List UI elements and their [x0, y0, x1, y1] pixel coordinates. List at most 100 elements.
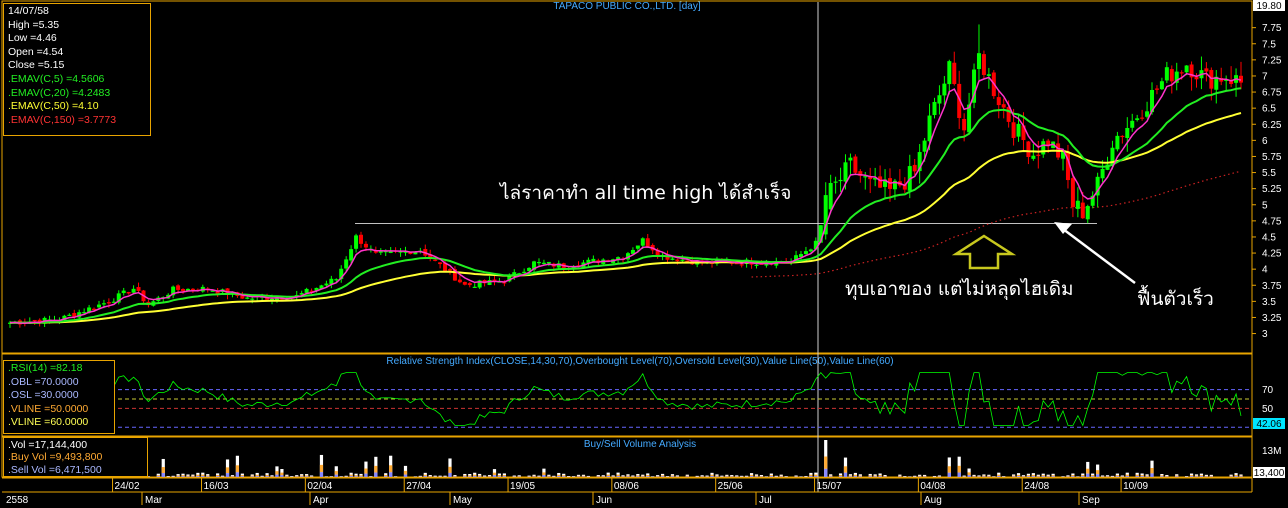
buy-volume-bar [517, 476, 521, 477]
date-tick-label: 08/06 [614, 481, 639, 492]
candle-body [1135, 118, 1140, 121]
volume-axis: 13M [1262, 446, 1281, 457]
sell-volume-bar [868, 476, 872, 477]
buy-volume-bar [191, 475, 195, 477]
date-tick-label: 02/04 [307, 481, 332, 492]
sell-volume-bar [1115, 476, 1120, 477]
info-vol: .Vol =17,144,400 [8, 439, 88, 451]
buy-volume-bar [1135, 474, 1139, 477]
price-axis: 3 3.25 3.5 3.75 4 4.25 4.5 4.75 5 5.25 5.5 5.75 6 6.2… [1252, 23, 1282, 340]
sell-volume-bar [557, 476, 561, 477]
sell-volume-bar [216, 476, 220, 477]
sell-volume-bar [754, 476, 759, 477]
sell-volume-bar [250, 476, 254, 477]
sell-volume-bar [626, 476, 630, 477]
candle-body [472, 286, 477, 288]
sell-volume-bar [1041, 476, 1045, 477]
candle-body [1011, 122, 1016, 138]
price-tick-label: 3.25 [1262, 313, 1282, 324]
date-tick-label: 15/07 [817, 481, 842, 492]
candle-body [1075, 200, 1080, 209]
candle-body [635, 245, 640, 249]
buy-volume-bar [255, 474, 259, 477]
price-tick-label: 7.75 [1262, 23, 1282, 34]
candle-body [808, 249, 813, 252]
sell-volume-bar [685, 476, 689, 477]
buy-volume-bar [235, 465, 240, 473]
buy-volume-bar [581, 475, 586, 477]
buy-volume-bar [715, 475, 719, 477]
sell-volume-bar [1229, 476, 1233, 477]
price-tick-label: 4.75 [1262, 216, 1282, 227]
date-tick-label: 16/03 [204, 481, 229, 492]
buy-volume-bar [557, 474, 561, 477]
buy-volume-bar [201, 474, 205, 477]
candle-body [438, 262, 443, 265]
date-tick-label: 25/06 [718, 481, 743, 492]
sell-volume-bar [562, 476, 566, 477]
candle-body [1154, 88, 1159, 90]
sell-volume-bar [497, 476, 502, 477]
candle-body [546, 261, 551, 264]
candle-body [363, 243, 368, 248]
buy-volume-bar [285, 475, 289, 477]
candle-body [1159, 81, 1164, 90]
candle-body [522, 271, 527, 273]
candle-body [912, 164, 917, 172]
buy-volume-bar [779, 475, 783, 477]
candle-body [1100, 168, 1105, 179]
price-tick-label: 6.5 [1262, 104, 1276, 115]
buy-volume-bar [384, 474, 388, 477]
buy-volume-bar [547, 475, 551, 477]
buy-volume-bar [497, 475, 502, 477]
sell-volume-bar [873, 476, 877, 477]
sell-volume-bar [809, 476, 813, 477]
date-tick-label: 24/02 [115, 481, 140, 492]
sell-volume-bar [982, 476, 986, 477]
candle-body [32, 319, 37, 322]
buy-volume-bar [542, 472, 546, 476]
buy-volume-bar [848, 475, 853, 477]
buy-volume-bar [483, 476, 487, 477]
sell-volume-bar [473, 476, 477, 477]
candle-body [833, 181, 838, 183]
candle-body [101, 303, 106, 305]
buy-volume-bar [1091, 475, 1095, 477]
candle-body [675, 259, 680, 262]
sell-volume-bar [285, 476, 289, 477]
volume-title: Buy/Sell Volume Analysis [584, 439, 696, 450]
candle-body [176, 285, 181, 290]
candle-body [1041, 141, 1046, 155]
rsi-badge: 42.06 [1256, 419, 1281, 430]
candle-body [680, 259, 685, 261]
info-vline60: .VLINE =60.0000 [8, 416, 89, 429]
sell-volume-bar [1016, 476, 1021, 477]
sell-volume-bar [636, 476, 640, 477]
chart-canvas[interactable]: TAPACO PUBLIC CO.,LTD. [day] Relative St… [0, 0, 1288, 508]
price-tick-label: 4.5 [1262, 232, 1276, 243]
buy-volume-bar [868, 475, 872, 477]
price-tick-label: 3.5 [1262, 297, 1276, 308]
candle-body [1125, 128, 1130, 138]
candle-body [131, 288, 136, 293]
buy-volume-bar [359, 475, 363, 477]
buy-volume-bar [206, 475, 210, 477]
sell-volume-bar [1046, 476, 1050, 477]
sell-volume-bar [280, 475, 284, 477]
buy-volume-bar [1105, 476, 1110, 477]
buy-volume-bar [1115, 475, 1120, 477]
buy-volume-bar [967, 472, 971, 476]
buy-volume-bar [947, 466, 951, 473]
sell-volume-bar [1011, 476, 1016, 477]
buy-volume-bar [403, 470, 408, 475]
buy-volume-bar [1194, 475, 1199, 477]
buy-volume-bar [334, 471, 338, 475]
buy-volume-bar [428, 475, 432, 477]
candle-body [1130, 120, 1135, 128]
sell-volume-bar [225, 473, 230, 477]
candle-body [986, 74, 991, 76]
buy-volume-bar [468, 475, 472, 477]
rsi-tick-label: 50 [1262, 404, 1274, 415]
sell-volume-bar [305, 476, 309, 477]
up-arrow-outline [951, 234, 1017, 270]
